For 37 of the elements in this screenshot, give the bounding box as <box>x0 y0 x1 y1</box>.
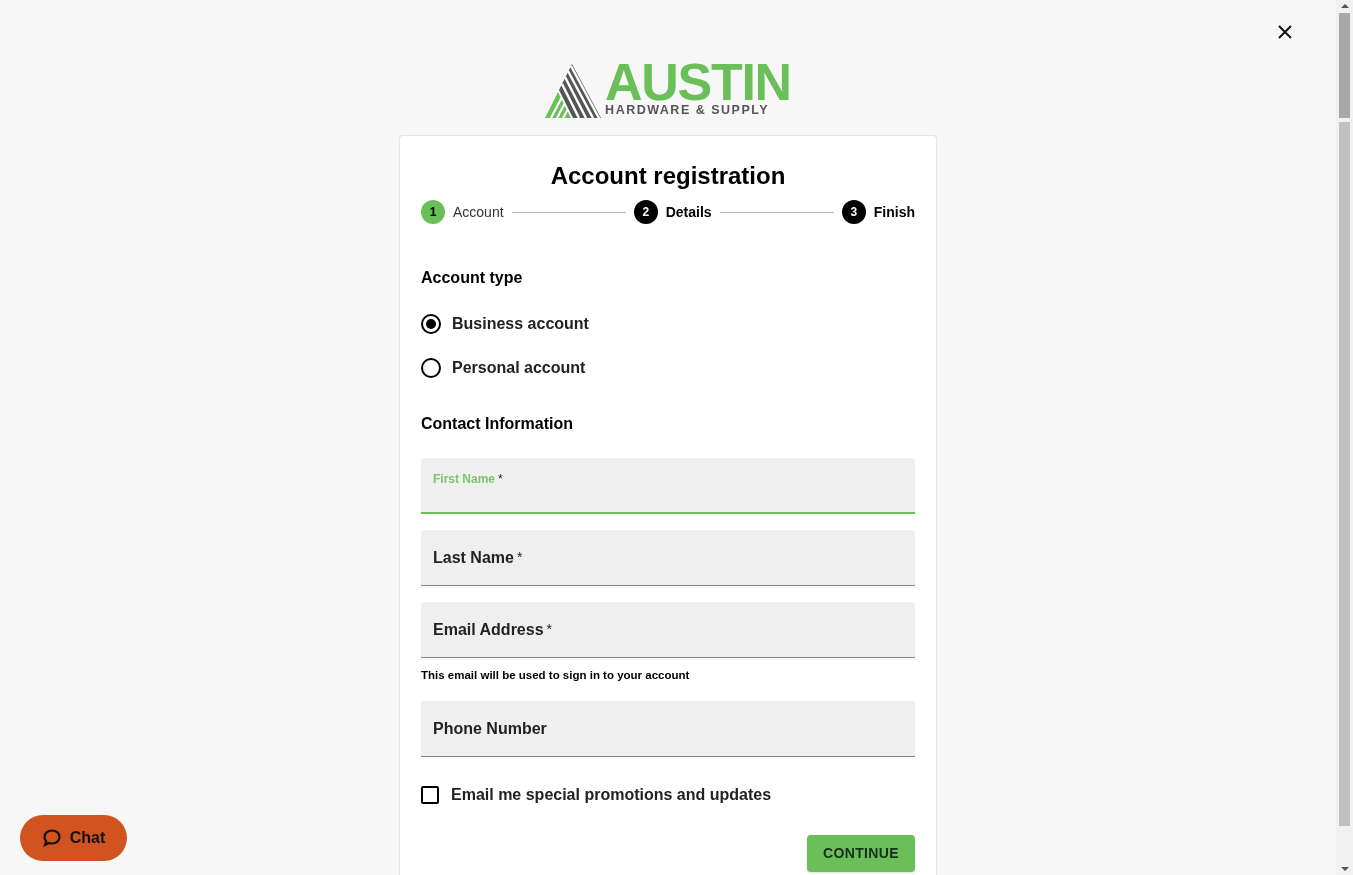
text-field[interactable]: Last Name * <box>421 530 915 586</box>
radio-button[interactable] <box>421 358 441 378</box>
step-label: Account <box>453 202 504 222</box>
helper-text: This email will be used to sign in to your account <box>421 668 691 683</box>
scrollbar[interactable] <box>1336 0 1353 875</box>
field-label: Last Name <box>433 547 514 568</box>
step-number: 2 <box>633 200 658 224</box>
scroll-up-icon[interactable] <box>1340 3 1349 9</box>
field-label: Phone Number <box>433 718 547 739</box>
field-label: Email Address <box>433 619 544 640</box>
chat-button[interactable]: Chat <box>20 815 127 861</box>
step-number: 1 <box>421 200 445 224</box>
radio-label: Personal account <box>452 358 586 378</box>
step-number: 3 <box>841 200 866 224</box>
field-label: First Name <box>433 472 496 486</box>
radio-label: Business account <box>452 314 589 334</box>
section-heading: Account type <box>421 268 524 288</box>
required-marker: * <box>546 620 552 639</box>
logo-tagline: HARDWARE & SUPPLY <box>605 102 770 118</box>
checkbox[interactable] <box>421 786 439 805</box>
step-label: Details <box>665 202 712 222</box>
scrollbar-thumb[interactable] <box>1339 13 1350 118</box>
required-marker: * <box>498 472 503 486</box>
logo-name: AUSTIN <box>605 62 791 102</box>
checkbox-label: Email me special promotions and updates <box>451 785 772 806</box>
logo-mark-icon <box>545 64 602 118</box>
speech-bubble-icon <box>41 828 62 848</box>
continue-button[interactable]: CONTINUE <box>807 835 915 873</box>
page-title: Account registration <box>549 162 787 190</box>
step-label: Finish <box>873 202 915 222</box>
radio-button[interactable] <box>421 314 441 334</box>
section-heading: Contact Information <box>421 414 574 434</box>
text-field[interactable]: Phone Number <box>421 701 915 758</box>
scroll-down-icon[interactable] <box>1340 866 1349 872</box>
text-field[interactable]: Email Address * <box>421 602 915 658</box>
required-marker: * <box>516 548 523 567</box>
text-field[interactable]: First Name * <box>421 458 915 514</box>
